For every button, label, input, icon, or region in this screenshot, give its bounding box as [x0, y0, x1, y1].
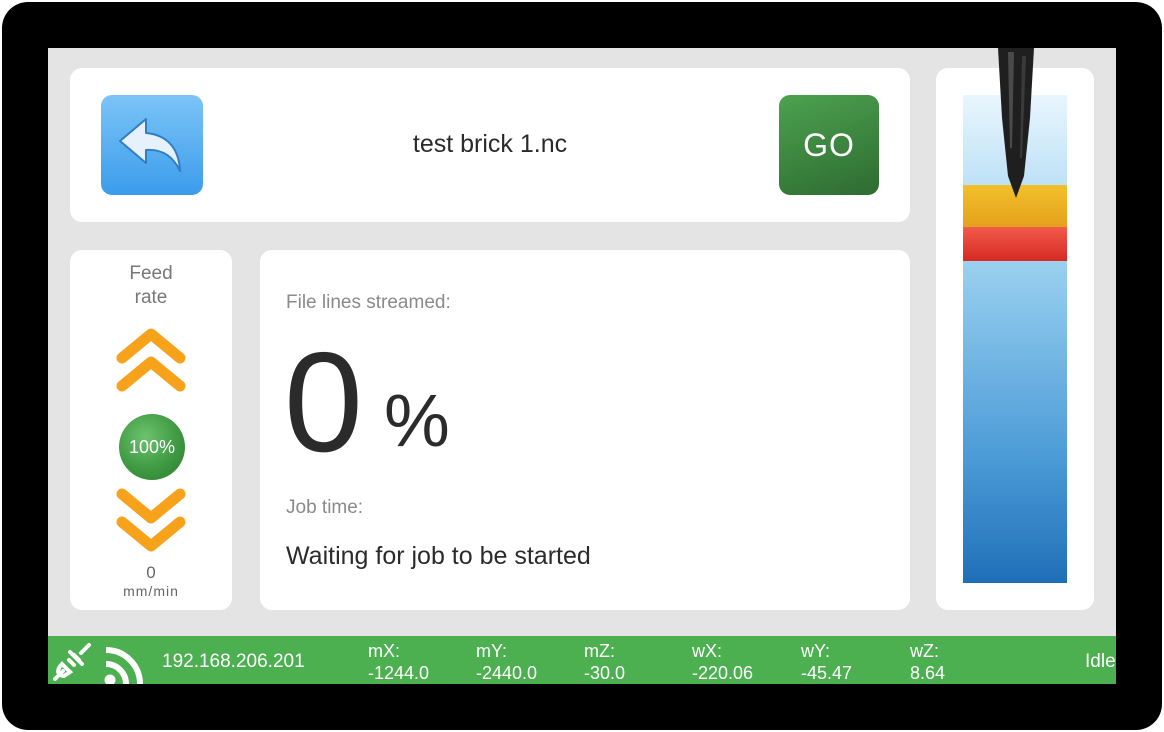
feed-rate-title-line1: Feed	[129, 263, 173, 284]
router-bit-icon	[998, 48, 1034, 198]
feed-rate-title: Feed rate	[70, 262, 232, 310]
coord-value: -45.47	[801, 663, 853, 683]
coord-wz: wZ: 8.64	[910, 640, 945, 684]
coord-mz: mZ: -30.0	[584, 640, 625, 684]
status-bar: 192.168.206.201 mX: -1244.0 mY: -2440.0 …	[48, 636, 1116, 684]
progress-panel: File lines streamed: 0 % Job time: Waiti…	[260, 250, 910, 610]
progress-percent: 0	[284, 323, 363, 482]
coord-value: 8.64	[910, 663, 946, 683]
coord-my: mY: -2440.0	[476, 640, 537, 684]
back-button[interactable]	[101, 95, 203, 195]
file-name: test brick 1.nc	[412, 130, 568, 158]
go-button[interactable]: GO	[779, 95, 879, 195]
screen: test brick 1.nc GO Feed rate 100% 0 mm/m…	[48, 48, 1116, 684]
feed-rate-title-line2: rate	[134, 287, 168, 308]
plug-connected-icon[interactable]	[52, 642, 92, 682]
ip-address: 192.168.206.201	[162, 651, 305, 672]
coord-mx: mX: -1244.0	[368, 640, 429, 684]
job-time-label: Job time:	[286, 497, 364, 518]
coord-value: -220.06	[692, 663, 754, 683]
coord-label: wZ:	[910, 641, 939, 661]
feed-rate-panel: Feed rate 100% 0 mm/min	[70, 250, 232, 610]
coord-value: -1244.0	[368, 663, 430, 683]
feed-rate-unit: mm/min	[123, 583, 179, 599]
coord-label: mY:	[476, 641, 508, 661]
coord-value: -2440.0	[476, 663, 538, 683]
double-chevron-down-icon[interactable]	[114, 486, 188, 554]
z-zone-red	[963, 227, 1067, 261]
job-time-value: Waiting for job to be started	[286, 542, 591, 570]
feed-override-button[interactable]: 100%	[119, 414, 185, 480]
coord-label: mX:	[368, 641, 401, 661]
machine-state: Idle	[1085, 651, 1116, 672]
double-chevron-up-icon[interactable]	[114, 326, 188, 394]
coord-label: wX:	[692, 641, 723, 661]
back-arrow-icon	[119, 118, 181, 172]
wifi-icon[interactable]	[102, 642, 148, 684]
coord-value: -30.0	[584, 663, 626, 683]
percent-sign: %	[384, 379, 450, 462]
coord-label: wY:	[801, 641, 831, 661]
job-header-panel: test brick 1.nc GO	[70, 68, 910, 222]
lines-streamed-label: File lines streamed:	[286, 292, 451, 313]
coord-wy: wY: -45.47	[801, 640, 852, 684]
coord-label: mZ:	[584, 641, 615, 661]
coord-wx: wX: -220.06	[692, 640, 753, 684]
feed-rate-value: 0	[146, 563, 156, 582]
